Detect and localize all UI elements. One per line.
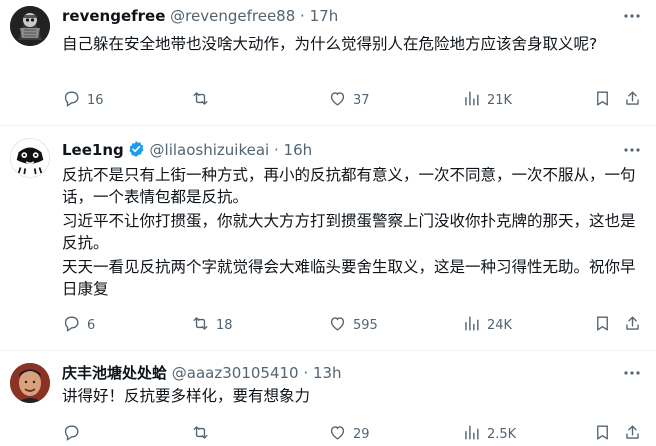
separator: · bbox=[300, 7, 305, 25]
reply-icon bbox=[62, 423, 81, 446]
more-icon[interactable] bbox=[622, 140, 642, 160]
handle[interactable]: @lilaoshizuikeai bbox=[150, 141, 270, 159]
separator: · bbox=[273, 141, 279, 159]
tweet-paragraph: 天天一看见反抗两个字就觉得会大难临头要舍生取义，这是一种习得性无助。祝你早日康复 bbox=[62, 258, 636, 298]
tweet-text: 反抗不是只有上街一种方式，再小的反抗都有意义，一次不同意，一次不服从，一句话，一… bbox=[62, 164, 642, 300]
views-icon bbox=[462, 314, 481, 337]
timestamp[interactable]: 13h bbox=[313, 364, 342, 382]
like-count: 37 bbox=[353, 92, 370, 108]
tweet-paragraph: 反抗不是只有上街一种方式，再小的反抗都有意义，一次不同意，一次不服从，一句话，一… bbox=[62, 166, 636, 206]
share-icon bbox=[623, 423, 642, 446]
tweet-actions: 29 2.5K bbox=[62, 424, 642, 444]
display-name[interactable]: 庆丰池塘处处蛤 bbox=[62, 364, 167, 382]
divider bbox=[0, 125, 656, 126]
more-icon[interactable] bbox=[622, 6, 642, 26]
timestamp[interactable]: 17h bbox=[310, 7, 339, 25]
like-icon bbox=[328, 314, 347, 337]
avatar-lee1ng[interactable] bbox=[10, 138, 50, 178]
views-count: 21K bbox=[487, 92, 513, 108]
views-button[interactable]: 24K bbox=[462, 315, 512, 335]
tweet-text: 自己躲在安全地带也没啥大动作，为什么觉得别人在危险地方应该舍身取义呢? bbox=[62, 33, 642, 55]
tweet-paragraph: 习近平不让你打掼蛋，你就大大方方打到掼蛋警察上门没收你扑克牌的那天，这也是反抗。 bbox=[62, 212, 636, 252]
like-button[interactable]: 595 bbox=[328, 315, 378, 335]
like-button[interactable]: 29 bbox=[328, 424, 370, 444]
divider bbox=[0, 350, 656, 351]
avatar-aaaz30105410[interactable] bbox=[10, 363, 50, 403]
like-button[interactable]: 37 bbox=[328, 90, 370, 110]
retweet-icon bbox=[191, 89, 210, 112]
verified-icon bbox=[127, 140, 145, 163]
tweet-paragraph: 讲得好！反抗要多样化，要有想象力 bbox=[62, 387, 311, 405]
bookmark-icon bbox=[593, 423, 612, 446]
like-count: 595 bbox=[353, 317, 378, 333]
tweet-actions: 6 18 595 24K bbox=[62, 315, 642, 335]
tweet-header: 庆丰池塘处处蛤 @aaaz30105410 · 13h bbox=[62, 363, 342, 383]
retweet-icon bbox=[191, 423, 210, 446]
bookmark-icon bbox=[593, 314, 612, 337]
bookmark-button[interactable] bbox=[593, 315, 612, 335]
like-icon bbox=[328, 423, 347, 446]
bookmark-button[interactable] bbox=[593, 90, 612, 110]
tweet-header: revengefree @revengefree88 · 17h bbox=[62, 6, 338, 26]
tweet-actions: 16 37 21K bbox=[62, 90, 642, 110]
share-icon bbox=[623, 89, 642, 112]
like-icon bbox=[328, 89, 347, 112]
share-button[interactable] bbox=[623, 315, 642, 335]
share-icon bbox=[623, 314, 642, 337]
retweet-button[interactable] bbox=[191, 424, 216, 444]
reply-count: 16 bbox=[87, 92, 104, 108]
like-count: 29 bbox=[353, 426, 370, 442]
views-count: 2.5K bbox=[487, 426, 517, 442]
views-icon bbox=[462, 423, 481, 446]
reply-button[interactable]: 6 bbox=[62, 315, 95, 335]
timestamp[interactable]: 16h bbox=[284, 141, 313, 159]
retweet-icon bbox=[191, 314, 210, 337]
reply-count: 6 bbox=[87, 317, 96, 333]
views-count: 24K bbox=[487, 317, 513, 333]
handle[interactable]: @revengefree88 bbox=[170, 7, 295, 25]
tweet-header: Lee1ng @lilaoshizuikeai · 16h bbox=[62, 140, 312, 163]
bookmark-icon bbox=[593, 89, 612, 112]
views-icon bbox=[462, 89, 481, 112]
reply-button[interactable]: 16 bbox=[62, 90, 104, 110]
display-name[interactable]: revengefree bbox=[62, 7, 165, 25]
views-button[interactable]: 2.5K bbox=[462, 424, 516, 444]
separator: · bbox=[303, 364, 309, 382]
bookmark-button[interactable] bbox=[593, 424, 612, 444]
display-name[interactable]: Lee1ng bbox=[62, 141, 124, 159]
share-button[interactable] bbox=[623, 424, 642, 444]
tweet-paragraph: 自己躲在安全地带也没啥大动作，为什么觉得别人在危险地方应该舍身取义呢? bbox=[62, 35, 598, 53]
share-button[interactable] bbox=[623, 90, 642, 110]
reply-icon bbox=[62, 314, 81, 337]
retweet-button[interactable]: 18 bbox=[191, 315, 233, 335]
views-button[interactable]: 21K bbox=[462, 90, 512, 110]
more-icon[interactable] bbox=[622, 363, 642, 383]
retweet-button[interactable] bbox=[191, 90, 216, 110]
tweet-text: 讲得好！反抗要多样化，要有想象力 bbox=[62, 385, 642, 407]
retweet-count: 18 bbox=[216, 317, 233, 333]
reply-button[interactable] bbox=[62, 424, 87, 444]
reply-icon bbox=[62, 89, 81, 112]
avatar-revengefree[interactable] bbox=[10, 6, 50, 46]
handle[interactable]: @aaaz30105410 bbox=[172, 364, 299, 382]
